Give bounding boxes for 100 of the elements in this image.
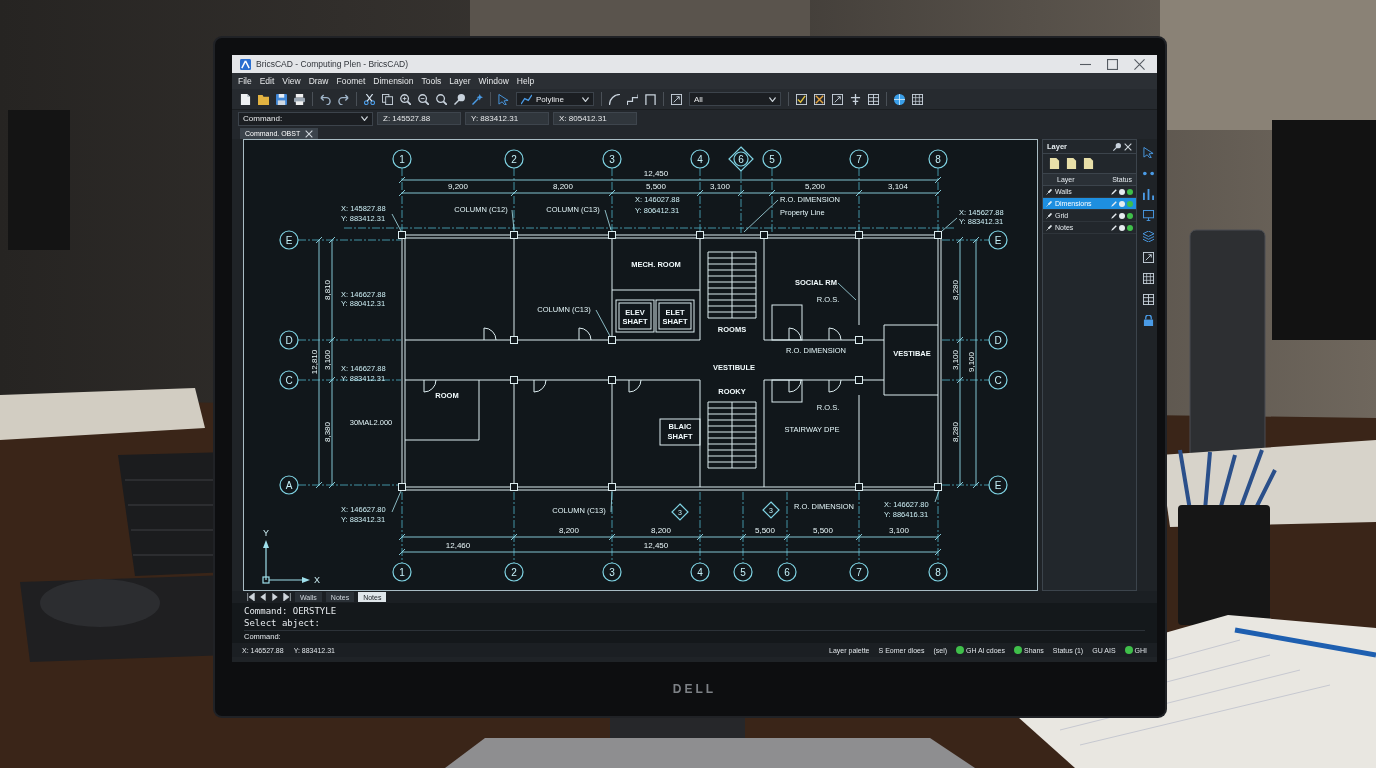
- table-icon[interactable]: [1143, 294, 1154, 305]
- pin-icon[interactable]: [454, 93, 465, 105]
- grid-bubble: 3: [602, 149, 622, 169]
- menu-item[interactable]: Foomet: [336, 76, 366, 86]
- crossbar-icon[interactable]: [850, 93, 861, 105]
- folder-icon[interactable]: [258, 93, 269, 105]
- zoom-out-icon[interactable]: [418, 93, 429, 105]
- status-dot[interactable]: [1127, 188, 1133, 195]
- grid-bubble: D: [988, 330, 1008, 350]
- skip-forward-icon[interactable]: [283, 593, 291, 601]
- dimension-text: 12,450: [643, 169, 669, 178]
- checkbox-icon[interactable]: [796, 93, 807, 105]
- dimension-text: 12,460: [445, 541, 471, 550]
- coordinate-field[interactable]: X: 805412.31: [553, 112, 637, 125]
- axis-label: X: [314, 575, 320, 585]
- dimension-text: 8,280: [951, 422, 960, 442]
- menu-item[interactable]: Draw: [308, 76, 329, 86]
- grid-bubble: E: [988, 230, 1008, 250]
- menu-item[interactable]: Help: [516, 76, 535, 86]
- grid-bubble: A: [279, 475, 299, 495]
- dimension-text: 9,100: [967, 352, 976, 372]
- status-dot[interactable]: [1127, 212, 1133, 219]
- box-arrow-icon[interactable]: [1143, 252, 1154, 263]
- page-icon[interactable]: [1083, 158, 1094, 169]
- pages-icon[interactable]: [382, 93, 393, 105]
- draw-dropdown[interactable]: Polyline: [516, 92, 594, 106]
- menu-item[interactable]: Window: [478, 76, 509, 86]
- grid-icon[interactable]: [912, 93, 923, 105]
- forward-icon[interactable]: [271, 593, 279, 601]
- dot-icon[interactable]: [1119, 188, 1125, 195]
- column-marker: [510, 336, 518, 344]
- grid-bubble: D: [279, 330, 299, 350]
- document-icon[interactable]: [240, 93, 251, 105]
- leader-line: [595, 309, 611, 337]
- back-icon[interactable]: [259, 593, 267, 601]
- steps-icon[interactable]: [627, 93, 638, 105]
- dimension-text: 5,500: [646, 182, 666, 191]
- grid-bubble: 1: [392, 562, 412, 582]
- command-dropdown[interactable]: Command:: [238, 111, 373, 126]
- bracket-icon[interactable]: [645, 93, 656, 105]
- page-icon[interactable]: [1066, 158, 1077, 169]
- skip-back-icon[interactable]: [247, 593, 255, 601]
- coordinate-field[interactable]: Y: 883412.31: [465, 112, 549, 125]
- grid-bubble: 2: [504, 562, 524, 582]
- maximize-icon[interactable]: [1107, 58, 1118, 70]
- lock-icon[interactable]: [1143, 315, 1154, 326]
- dot-icon[interactable]: [1119, 212, 1125, 219]
- drawing-canvas[interactable]: [243, 139, 1038, 591]
- table-icon[interactable]: [868, 93, 879, 105]
- arc-icon[interactable]: [609, 93, 620, 105]
- pin-icon[interactable]: [1113, 142, 1121, 151]
- bars-icon[interactable]: [1143, 189, 1154, 200]
- leader-line: [610, 490, 613, 513]
- menu-item[interactable]: File: [238, 76, 252, 86]
- dimension-text: 3,100: [710, 182, 730, 191]
- box-arrow-icon[interactable]: [832, 93, 843, 105]
- dot-icon[interactable]: [1119, 200, 1125, 207]
- box-arrow-icon[interactable]: [671, 93, 682, 105]
- zoom-in-icon[interactable]: [400, 93, 411, 105]
- page-icon[interactable]: [1049, 158, 1060, 169]
- column-marker: [855, 231, 863, 239]
- dimension-text: 5,500: [755, 526, 775, 535]
- column-marker: [855, 336, 863, 344]
- search-icon[interactable]: [436, 93, 447, 105]
- command-history-line: Select abject:: [244, 618, 321, 628]
- close-icon[interactable]: [1134, 58, 1145, 70]
- scissors-icon[interactable]: [364, 93, 375, 105]
- status-dot[interactable]: [1127, 224, 1133, 231]
- status-dot[interactable]: [1127, 200, 1133, 207]
- printer-icon[interactable]: [294, 93, 305, 105]
- dimension-text: 3,100: [323, 350, 332, 370]
- menu-item[interactable]: Dimension: [373, 76, 414, 86]
- stack-icon[interactable]: [1143, 231, 1154, 242]
- menu-item[interactable]: Layer: [449, 76, 471, 86]
- redo-icon[interactable]: [338, 93, 349, 105]
- grid-icon[interactable]: [1143, 273, 1154, 284]
- command-history-line: Command: OERSTYLE: [244, 606, 338, 616]
- grid-bubble: 7: [849, 562, 869, 582]
- leader-line: [511, 209, 515, 231]
- cursor-icon[interactable]: [1143, 147, 1154, 158]
- menu-item[interactable]: Tools: [421, 76, 442, 86]
- cross-box-icon[interactable]: [814, 93, 825, 105]
- save-icon[interactable]: [276, 93, 287, 105]
- grid-bubble: 6: [728, 146, 754, 172]
- coordinate-field[interactable]: Z: 145527.88: [377, 112, 461, 125]
- grid-bubble: C: [279, 370, 299, 390]
- cursor-icon[interactable]: [498, 93, 509, 105]
- monitor-icon[interactable]: [1143, 210, 1154, 221]
- menu-item[interactable]: View: [282, 76, 301, 86]
- column-marker: [608, 483, 616, 491]
- wand-icon[interactable]: [472, 93, 483, 105]
- dot-icon[interactable]: [1119, 224, 1125, 231]
- layer-dropdown[interactable]: All: [689, 92, 781, 106]
- column-marker: [855, 376, 863, 384]
- menu-item[interactable]: Edit: [259, 76, 275, 86]
- column-marker: [608, 231, 616, 239]
- grid-bubble: E: [988, 475, 1008, 495]
- globe-icon[interactable]: [894, 93, 905, 105]
- monitor-logo: DELL: [672, 682, 717, 696]
- undo-icon[interactable]: [320, 93, 331, 105]
